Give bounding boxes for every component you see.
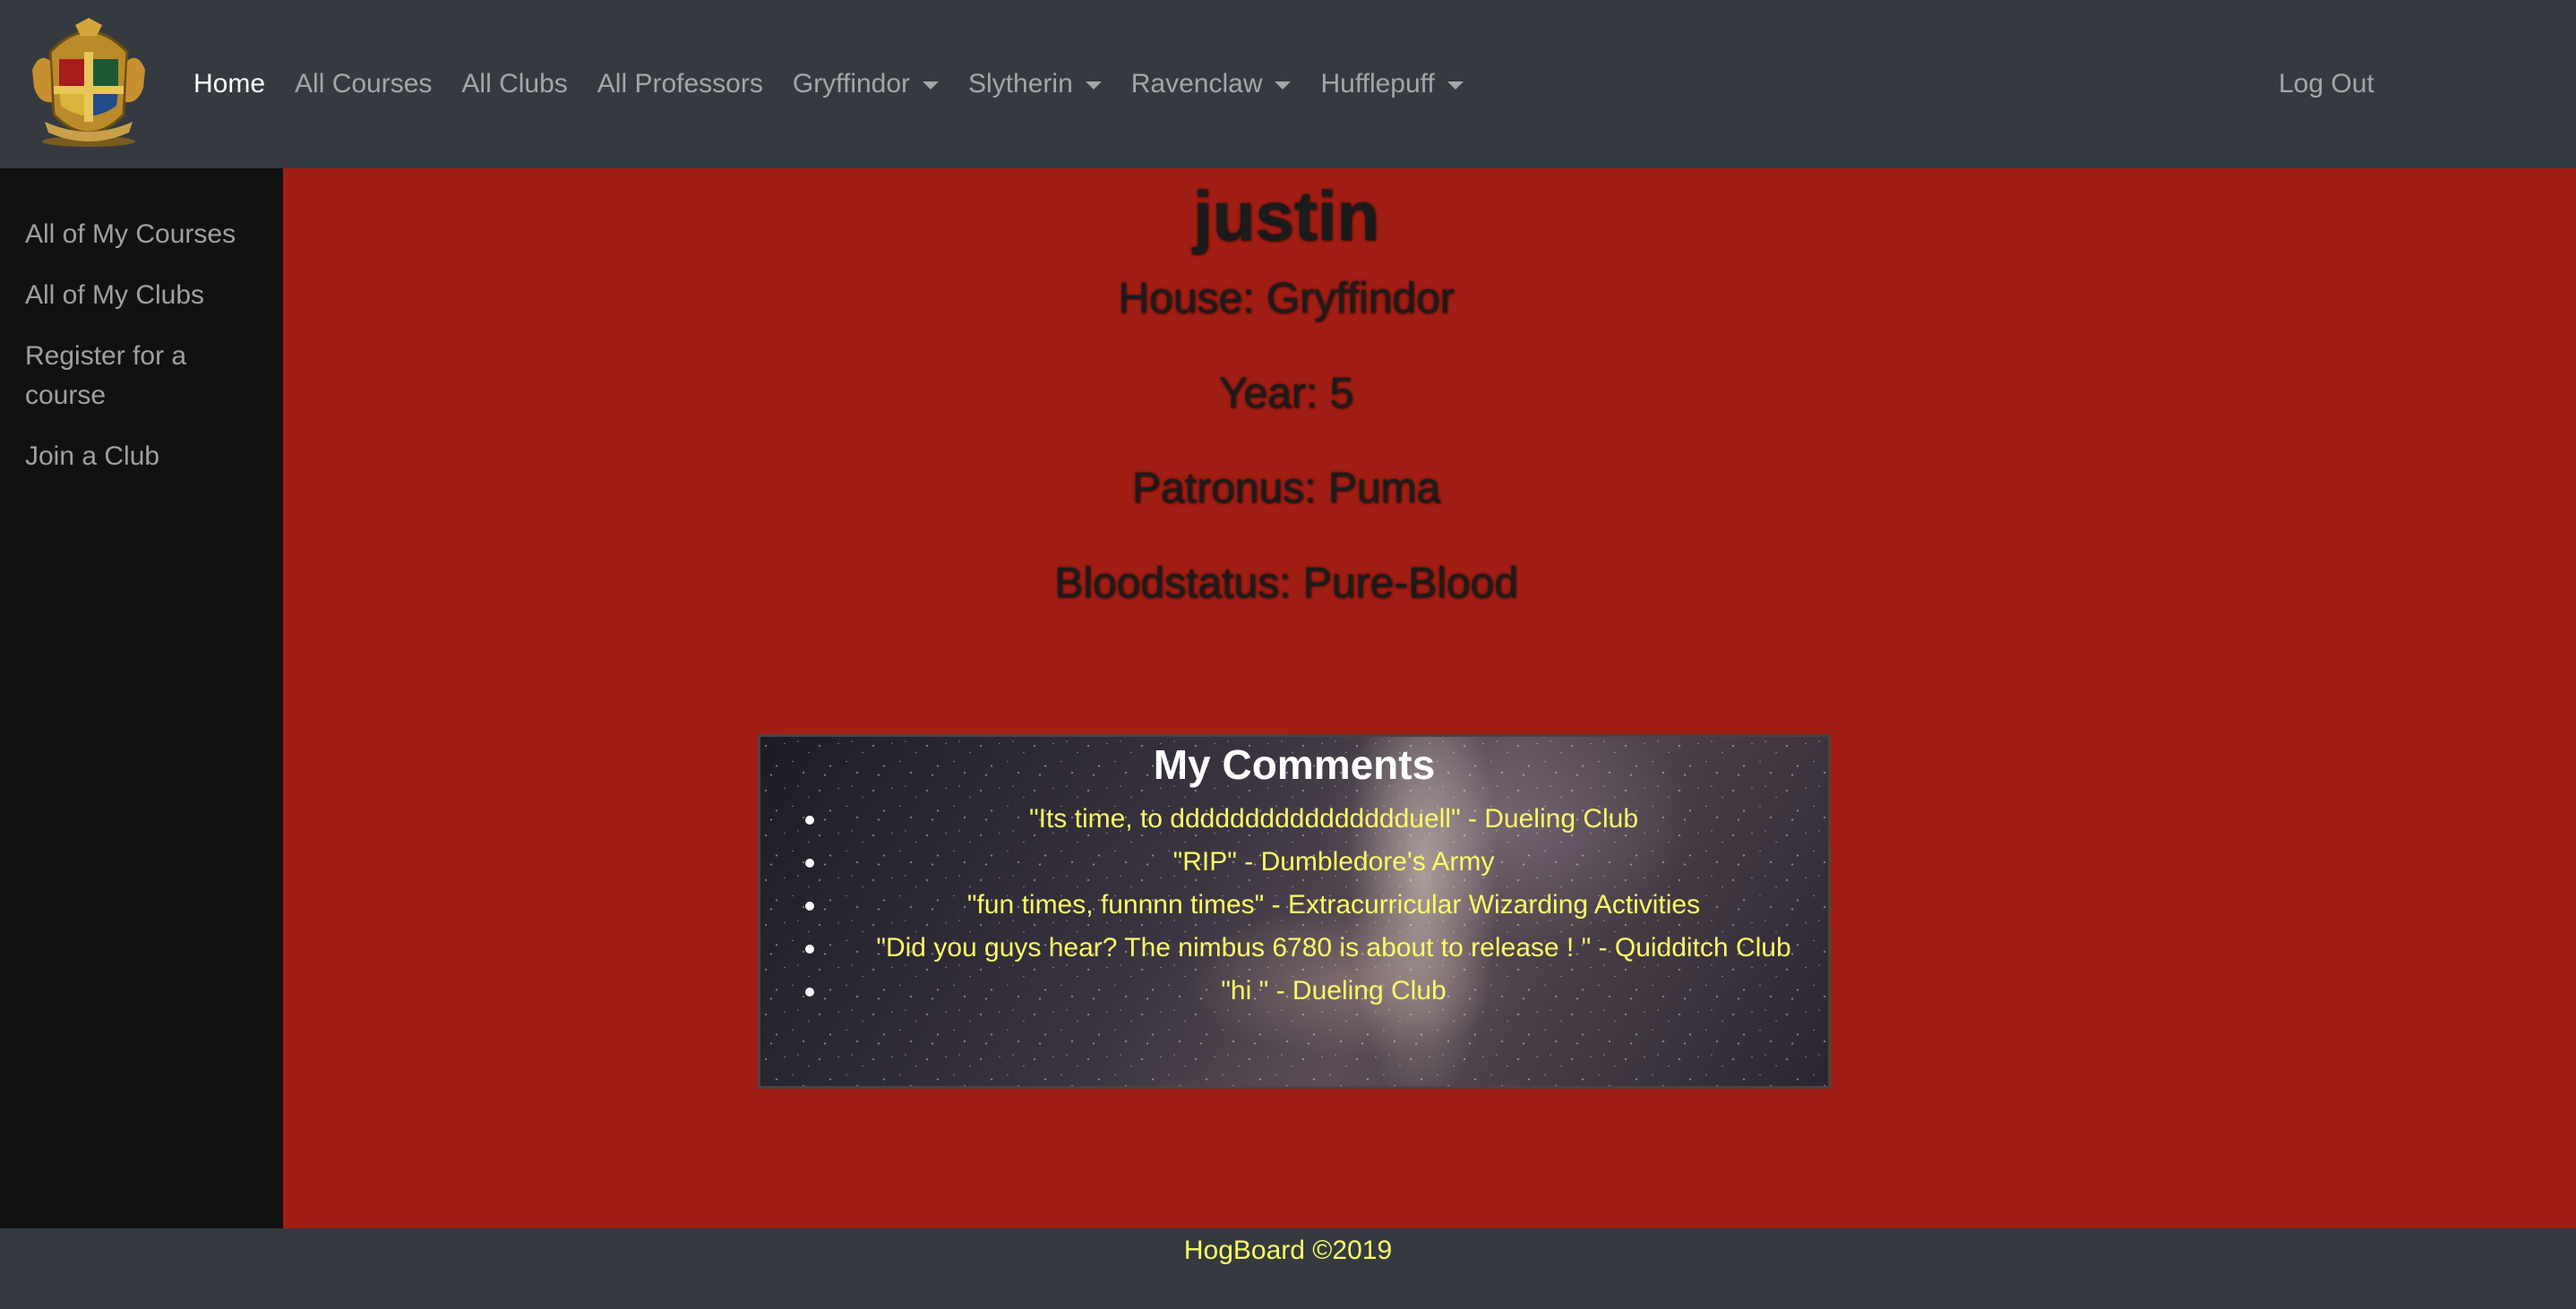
sidebar: All of My Courses All of My Clubs Regist… [0,168,283,1228]
nav-gryffindor-label: Gryffindor [792,69,911,98]
nav-all-clubs-label: All Clubs [461,69,568,98]
nav-slytherin-dropdown[interactable]: Slytherin [968,69,1102,99]
comment-item: "Its time, to dddddddddddddddduell" - Du… [805,798,1826,841]
caret-down-icon [1447,81,1464,90]
nav-hufflepuff-dropdown[interactable]: Hufflepuff [1320,69,1464,99]
comments-panel: My Comments "Its time, to dddddddddddddd… [758,734,1831,1089]
nav-slytherin-label: Slytherin [968,69,1073,98]
nav-all-professors-label: All Professors [597,69,763,98]
comment-item: "RIP" - Dumbledore's Army [805,841,1826,884]
caret-down-icon [1275,81,1292,90]
comment-item: "fun times, funnnn times" - Extracurricu… [805,884,1826,927]
nav-home[interactable]: Home [193,69,265,99]
sidebar-item-join-club[interactable]: Join a Club [25,437,258,476]
main-content: justin House: Gryffindor Year: 5 Patronu… [283,168,2576,1228]
nav-gryffindor-dropdown[interactable]: Gryffindor [792,69,940,99]
profile-house: House: Gryffindor [1118,275,1455,322]
sidebar-item-my-courses[interactable]: All of My Courses [25,215,258,254]
footer: HogBoard ©2019 [0,1228,2576,1309]
nav-all-courses[interactable]: All Courses [295,69,432,99]
profile-bloodstatus: Bloodstatus: Pure-Blood [1054,560,1518,607]
caret-down-icon [1085,81,1102,90]
nav-all-professors[interactable]: All Professors [597,69,763,99]
top-navbar: Home All Courses All Clubs All Professor… [0,0,2576,168]
logout-link[interactable]: Log Out [2279,0,2374,168]
nav-home-label: Home [193,69,266,98]
nav-hufflepuff-label: Hufflepuff [1320,69,1435,98]
footer-copyright: HogBoard ©2019 [1183,1236,1393,1265]
nav-ravenclaw-dropdown[interactable]: Ravenclaw [1131,69,1292,99]
profile-username: justin [1193,176,1379,255]
profile-patronus: Patronus: Puma [1131,465,1441,512]
sidebar-item-my-clubs[interactable]: All of My Clubs [25,276,258,315]
hogwarts-crest-icon[interactable] [23,16,154,149]
nav-ravenclaw-label: Ravenclaw [1130,69,1263,98]
profile-year: Year: 5 [1218,370,1354,417]
comment-item: "hi " - Dueling Club [805,970,1826,1013]
sidebar-item-register-course[interactable]: Register for a course [25,337,258,415]
caret-down-icon [923,81,940,90]
main-nav: Home All Courses All Clubs All Professor… [193,0,1493,168]
nav-all-courses-label: All Courses [295,69,433,98]
comments-title: My Comments [1153,741,1436,788]
comment-item: "Did you guys hear? The nimbus 6780 is a… [805,927,1826,970]
comments-list: "Its time, to dddddddddddddddduell" - Du… [805,798,1826,1013]
nav-all-clubs[interactable]: All Clubs [461,69,567,99]
